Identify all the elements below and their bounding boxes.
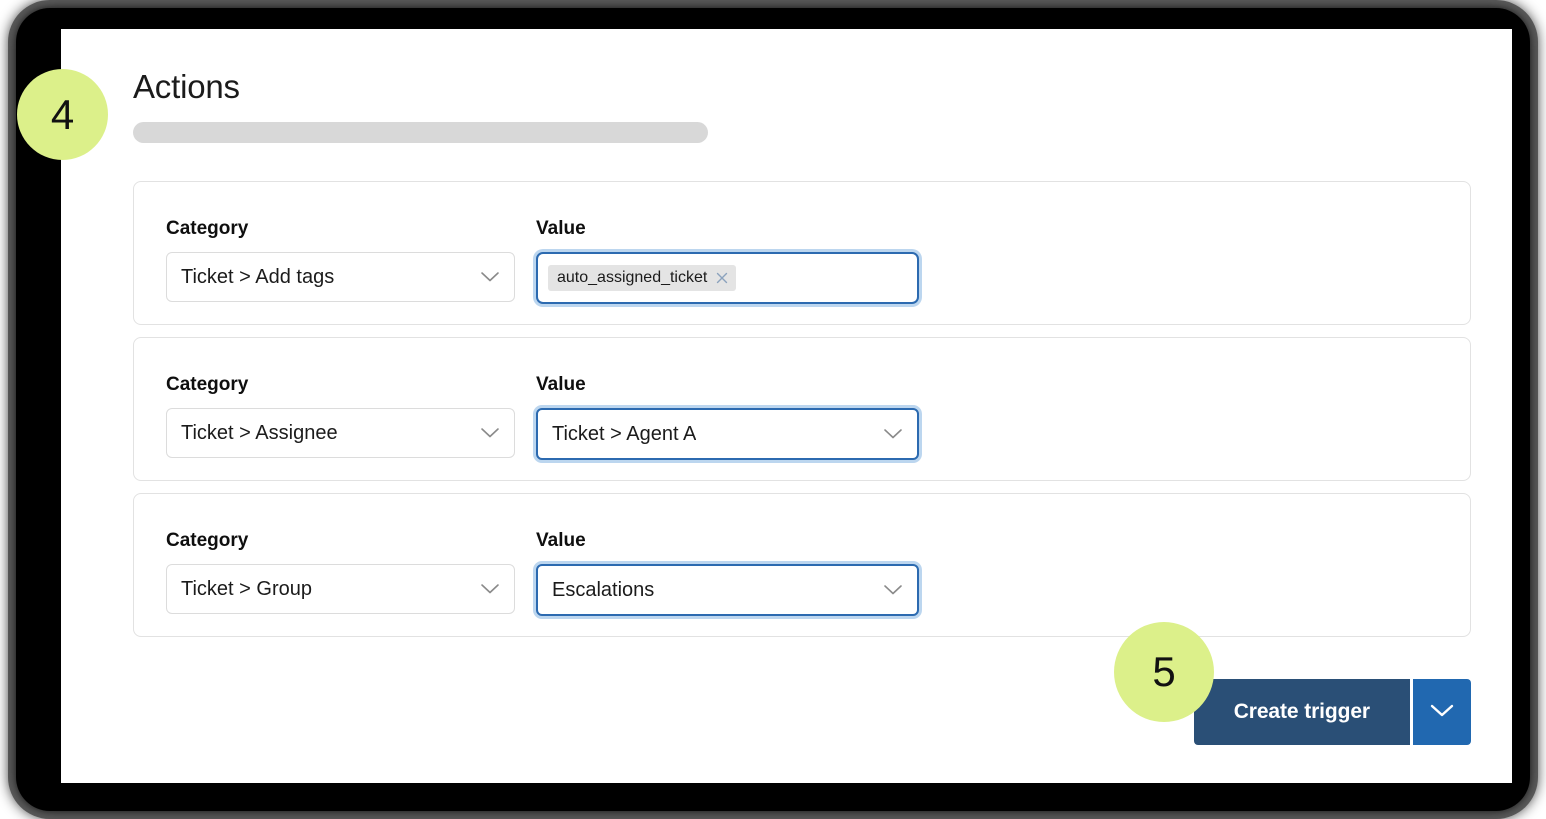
page-title: Actions xyxy=(133,68,240,105)
value-label: Value xyxy=(536,374,586,395)
category-select[interactable]: Ticket > Group xyxy=(166,564,515,614)
step-badge-5: 5 xyxy=(1114,622,1214,722)
category-label: Category xyxy=(166,218,249,239)
chevron-down-icon xyxy=(480,271,500,283)
create-trigger-dropdown-button[interactable] xyxy=(1410,679,1471,745)
close-icon[interactable] xyxy=(715,271,729,285)
value-field: Value Ticket > Agent A xyxy=(536,375,919,460)
step-badge-4: 4 xyxy=(17,69,108,160)
value-field: Value Escalations xyxy=(536,531,919,616)
value-select-value: Ticket > Agent A xyxy=(552,422,697,445)
chevron-down-icon xyxy=(480,427,500,439)
actions-panel: Actions Category Ticket > Add tags Value… xyxy=(61,29,1512,783)
category-select-value: Ticket > Group xyxy=(181,577,312,600)
actions-list: Category Ticket > Add tags Value auto_as… xyxy=(133,181,1471,649)
action-row: Category Ticket > Group Value Escalation… xyxy=(133,493,1471,637)
chevron-down-icon xyxy=(883,584,903,596)
action-row: Category Ticket > Add tags Value auto_as… xyxy=(133,181,1471,325)
chevron-down-icon xyxy=(883,428,903,440)
chevron-down-icon xyxy=(480,583,500,595)
value-field: Value auto_assigned_ticket xyxy=(536,219,919,304)
value-select-value: Escalations xyxy=(552,578,655,601)
placeholder-bar xyxy=(133,122,708,143)
category-select[interactable]: Ticket > Assignee xyxy=(166,408,515,458)
value-select[interactable]: Escalations xyxy=(536,564,919,616)
category-label: Category xyxy=(166,374,249,395)
value-label: Value xyxy=(536,530,586,551)
category-label: Category xyxy=(166,530,249,551)
value-label: Value xyxy=(536,218,586,239)
chevron-down-icon xyxy=(1429,703,1455,721)
category-field: Category Ticket > Group xyxy=(166,531,515,614)
value-select[interactable]: Ticket > Agent A xyxy=(536,408,919,460)
category-field: Category Ticket > Assignee xyxy=(166,375,515,458)
category-select[interactable]: Ticket > Add tags xyxy=(166,252,515,302)
tag-chip-label: auto_assigned_ticket xyxy=(557,269,708,286)
footer-actions: Create trigger xyxy=(1193,679,1471,745)
create-trigger-button[interactable]: Create trigger xyxy=(1193,679,1410,745)
action-row: Category Ticket > Assignee Value Ticket … xyxy=(133,337,1471,481)
category-select-value: Ticket > Assignee xyxy=(181,421,338,444)
tag-chip[interactable]: auto_assigned_ticket xyxy=(548,265,737,291)
category-select-value: Ticket > Add tags xyxy=(181,265,335,288)
tags-input[interactable]: auto_assigned_ticket xyxy=(536,252,919,304)
category-field: Category Ticket > Add tags xyxy=(166,219,515,302)
